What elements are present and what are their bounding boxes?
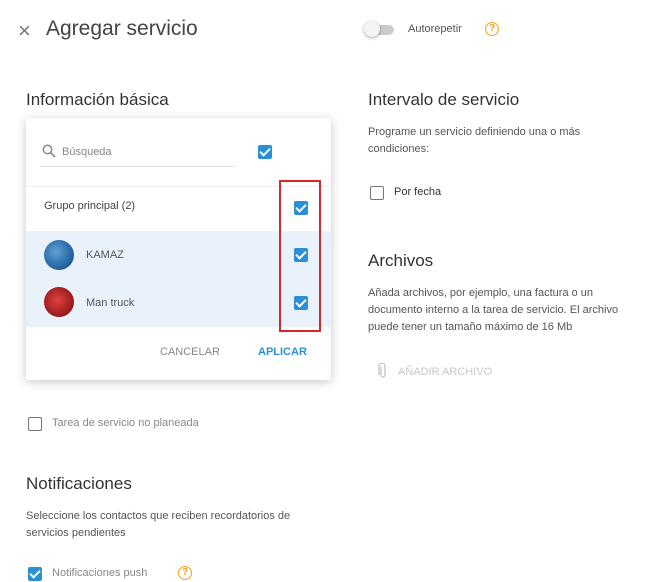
unplanned-task-label: Tarea de servicio no planeada xyxy=(52,417,199,429)
push-notifications-label: Notificaciones push xyxy=(52,567,148,579)
help-icon[interactable]: ? xyxy=(485,22,499,36)
notifications-heading: Notificaciones xyxy=(26,474,132,493)
service-interval-description: Programe un servicio definiendo una o má… xyxy=(368,126,581,155)
notifications-description: Seleccione los contactos que reciben rec… xyxy=(26,510,291,539)
select-all-checkbox[interactable] xyxy=(258,145,272,159)
page-title: Agregar servicio xyxy=(46,17,198,40)
apply-button[interactable]: APLICAR xyxy=(258,346,307,358)
by-date-label: Por fecha xyxy=(394,186,442,198)
avatar xyxy=(44,240,74,270)
autorepeat-toggle[interactable] xyxy=(364,21,396,37)
add-file-button[interactable]: AÑADIR ARCHIVO xyxy=(398,366,492,378)
push-notifications-checkbox[interactable] xyxy=(28,567,42,581)
cancel-button[interactable]: CANCELAR xyxy=(160,346,220,358)
by-date-checkbox[interactable] xyxy=(370,186,384,200)
highlight-box xyxy=(279,180,321,332)
search-underline xyxy=(40,166,235,167)
search-input[interactable]: Búsqueda xyxy=(62,144,112,161)
push-help-icon[interactable]: ? xyxy=(178,566,192,580)
avatar xyxy=(44,287,74,317)
unit-name: KAMAZ xyxy=(86,249,124,261)
basic-info-heading: Información básica xyxy=(26,90,169,109)
group-label: Grupo principal (2) xyxy=(44,200,136,212)
files-heading: Archivos xyxy=(368,251,434,270)
paperclip-icon xyxy=(378,362,388,379)
files-description: Añada archivos, por ejemplo, una factura… xyxy=(368,287,619,333)
unit-name: Man truck xyxy=(86,297,135,309)
unplanned-task-checkbox[interactable] xyxy=(28,417,42,431)
search-icon xyxy=(42,144,56,158)
service-interval-heading: Intervalo de servicio xyxy=(368,90,520,109)
autorepeat-label: Autorepetir xyxy=(408,23,462,35)
close-icon[interactable]: × xyxy=(18,18,31,44)
